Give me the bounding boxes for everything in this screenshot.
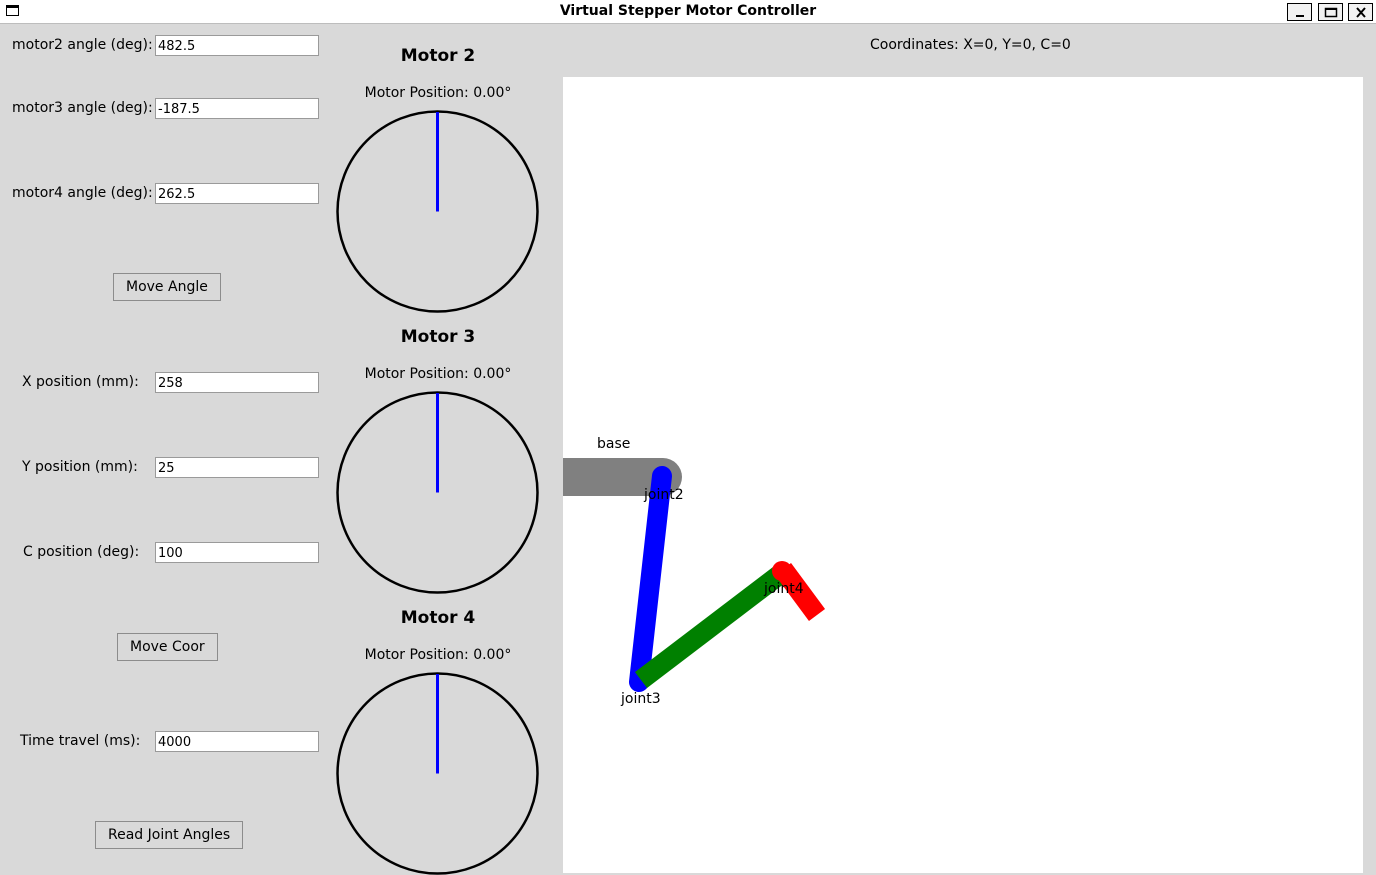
arm-canvas[interactable]: base joint2 joint3 joint4 (563, 77, 1363, 873)
maximize-button[interactable] (1318, 3, 1343, 21)
move-angle-button[interactable]: Move Angle (113, 273, 221, 301)
arm-link-1 (629, 466, 672, 692)
motor3-dial (336, 391, 539, 594)
control-panel: motor2 angle (deg): motor3 angle (deg): … (0, 24, 562, 875)
motor2-angle-label: motor2 angle (deg): (12, 37, 153, 53)
joint4-label: joint4 (763, 581, 804, 597)
minimize-icon (1295, 15, 1304, 17)
base-label: base (597, 436, 630, 452)
minimize-button[interactable] (1287, 3, 1312, 21)
motor4-angle-input[interactable] (155, 183, 319, 204)
time-travel-input[interactable] (155, 731, 319, 752)
read-joint-angles-button[interactable]: Read Joint Angles (95, 821, 244, 849)
title-bar: Virtual Stepper Motor Controller (0, 0, 1376, 24)
arm-link-2 (634, 564, 790, 688)
c-position-input[interactable] (155, 542, 319, 563)
motor4-position-text: Motor Position: 0.00° (364, 647, 512, 663)
joint3-label: joint3 (620, 691, 661, 707)
close-icon (1355, 7, 1366, 18)
x-position-label: X position (mm): (22, 374, 139, 390)
time-travel-label: Time travel (ms): (20, 733, 141, 749)
move-coor-button[interactable]: Move Coor (117, 633, 218, 661)
window-title: Virtual Stepper Motor Controller (559, 3, 817, 19)
x-position-input[interactable] (155, 372, 319, 393)
motor2-position-text: Motor Position: 0.00° (364, 85, 512, 101)
motor4-angle-label: motor4 angle (deg): (12, 185, 153, 201)
motor2-title: Motor 2 (400, 46, 476, 66)
arm-drawing: base joint2 joint3 joint4 (563, 436, 826, 707)
c-position-label: C position (deg): (23, 544, 140, 560)
motor3-angle-label: motor3 angle (deg): (12, 100, 153, 116)
joint4-marker (772, 561, 792, 581)
joint2-label: joint2 (643, 487, 684, 503)
motor2-angle-input[interactable] (155, 35, 319, 56)
motor3-position-text: Motor Position: 0.00° (364, 366, 512, 382)
motor4-title: Motor 4 (400, 608, 476, 628)
motor3-title: Motor 3 (400, 327, 476, 347)
coordinates-readout: Coordinates: X=0, Y=0, C=0 (870, 37, 1071, 53)
canvas-edge (1363, 77, 1376, 873)
y-position-input[interactable] (155, 457, 319, 478)
close-button[interactable] (1348, 3, 1373, 21)
y-position-label: Y position (mm): (22, 459, 138, 475)
motor4-dial (336, 672, 539, 875)
motor2-dial (336, 110, 539, 313)
motor3-angle-input[interactable] (155, 98, 319, 119)
maximize-icon (1324, 7, 1337, 18)
